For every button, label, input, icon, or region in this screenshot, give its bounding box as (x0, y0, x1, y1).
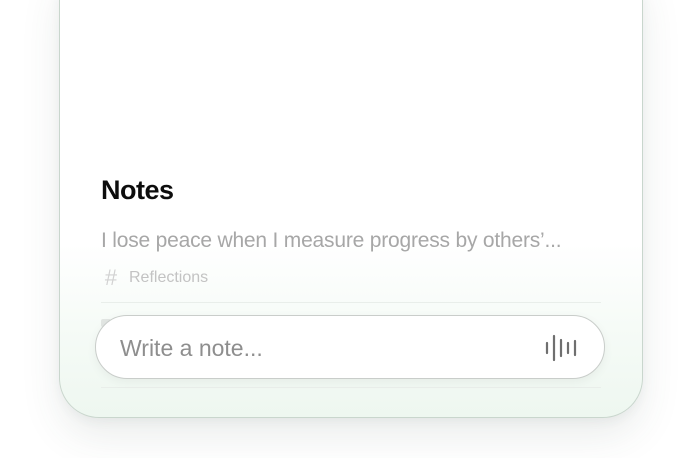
note-tag[interactable]: # Reflections (101, 267, 601, 289)
hash-icon: # (104, 265, 118, 290)
note-preview: I lose peace when I measure progress by … (101, 229, 562, 252)
note-tag-label: Reflections (129, 269, 209, 286)
note-divider (101, 302, 601, 303)
app-canvas: Notes I lose peace when I measure progre… (0, 0, 700, 458)
note-divider (101, 387, 601, 388)
notes-card: Notes I lose peace when I measure progre… (59, 0, 643, 418)
note-composer (95, 315, 605, 379)
waveform-icon[interactable] (544, 333, 578, 363)
note-item[interactable]: I lose peace when I measure progress by … (101, 229, 601, 289)
note-list: I lose peace when I measure progress by … (101, 229, 601, 289)
notes-title: Notes (101, 175, 174, 205)
note-input[interactable] (118, 328, 522, 368)
